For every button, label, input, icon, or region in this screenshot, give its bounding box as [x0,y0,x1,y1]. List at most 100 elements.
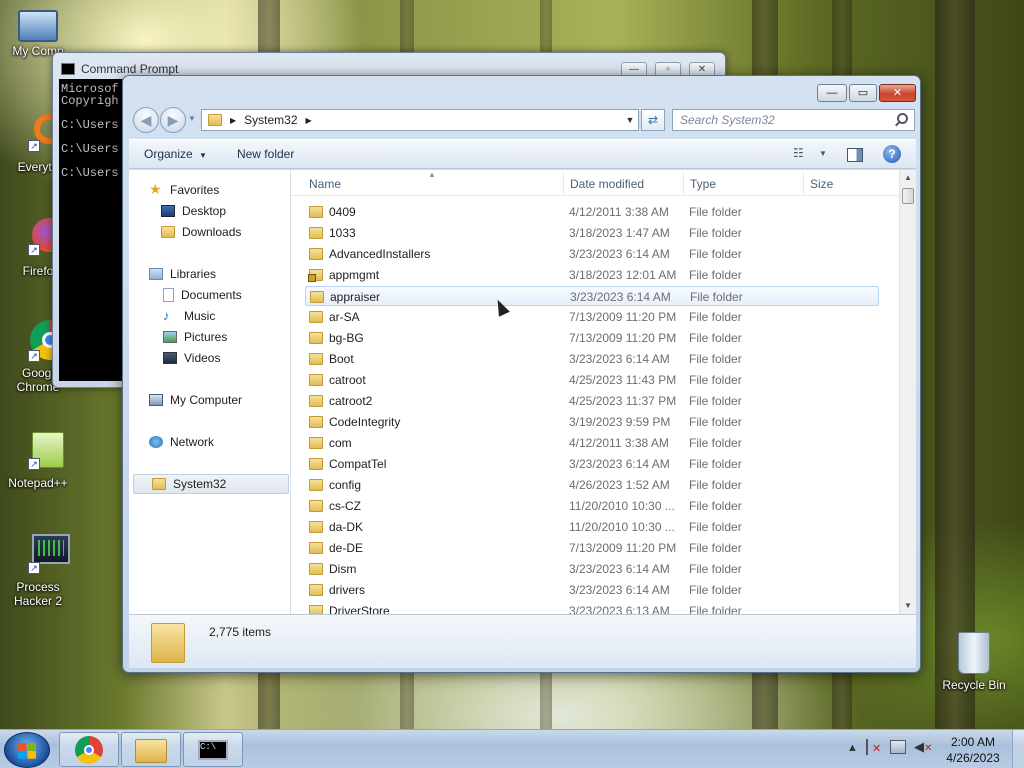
nav-downloads[interactable]: Downloads [161,222,241,242]
vertical-scrollbar[interactable]: ▲ ▼ [899,170,916,614]
item-count: 2,775 items [209,625,272,639]
scrollbar-thumb[interactable] [902,188,914,204]
nav-videos[interactable]: Videos [163,348,220,368]
forward-arrow-icon: ▶ [167,112,179,128]
folder-icon [309,332,323,344]
explorer-window[interactable]: — ▭ ✕ ◀ ▶ ▼ ▶ System32 ▶ ▼ ⇄ Search Syst… [122,75,921,673]
desktop-icon-recycle-bin[interactable]: Recycle Bin [936,630,1012,692]
scroll-down-arrow-icon[interactable]: ▼ [900,598,916,614]
start-button[interactable] [4,732,50,768]
folder-icon [309,563,323,575]
nav-system32[interactable]: System32 [133,474,289,494]
search-input[interactable]: Search System32 [672,109,915,131]
folder-icon [309,248,323,260]
nav-favorites[interactable]: ★ Favorites [149,180,219,200]
folder-icon [309,542,323,554]
table-row[interactable]: da-DK 11/20/2010 10:30 ... File folder [305,517,879,537]
maximize-button[interactable]: ▭ [849,84,877,102]
table-row[interactable]: bg-BG 7/13/2009 11:20 PM File folder [305,328,879,348]
table-row[interactable]: DriverStore 3/23/2023 6:13 AM File folder [305,601,879,614]
desktop-icon-process-hacker[interactable]: ↗ Process Hacker 2 [0,532,76,608]
close-button[interactable]: ✕ [879,84,916,102]
show-desktop-button[interactable] [1012,730,1024,768]
folder-icon [309,395,323,407]
table-row-hovered[interactable]: appraiser 3/23/2023 6:14 AM File folder [305,286,879,306]
table-row[interactable]: catroot2 4/25/2023 11:37 PM File folder [305,391,879,411]
cmd-icon: C:\ [198,740,228,760]
process-hacker-icon: ↗ [16,532,70,576]
table-row[interactable]: cs-CZ 11/20/2010 10:30 ... File folder [305,496,879,516]
nav-my-computer[interactable]: My Computer [149,390,242,410]
volume-muted-icon[interactable]: ◀✕ [914,739,932,755]
table-row[interactable]: AdvancedInstallers 3/23/2023 6:14 AM File … [305,244,879,264]
show-hidden-icons-icon[interactable]: ▲ [847,742,858,754]
table-row[interactable]: drivers 3/23/2023 6:14 AM File folder [305,580,879,600]
folder-icon [309,605,323,614]
folder-icon [309,521,323,533]
table-row[interactable]: CompatTel 3/23/2023 6:14 AM File folder [305,454,879,474]
nav-documents[interactable]: Documents [163,285,242,305]
table-row[interactable]: 0409 4/12/2011 3:38 AM File folder [305,202,879,222]
column-header-type[interactable]: Type [690,177,716,191]
taskbar-cmd-button[interactable]: C:\ [183,732,243,767]
minimize-button[interactable]: — [817,84,847,102]
action-center-flag-icon[interactable]: ✕ [866,739,881,755]
organize-button[interactable]: Organize ▼ [129,147,222,161]
videos-icon [163,352,177,364]
table-row[interactable]: CodeIntegrity 3/19/2023 9:59 PM File folde… [305,412,879,432]
folder-icon [309,584,323,596]
nav-network[interactable]: Network [149,432,214,452]
nav-desktop[interactable]: Desktop [161,201,226,221]
computer-icon [149,394,163,406]
system-clock[interactable]: 2:00 AM 4/26/2023 [944,734,1002,766]
column-header-date-modified[interactable]: Date modified [570,177,644,191]
taskbar-chrome-button[interactable] [59,732,119,767]
scroll-up-arrow-icon[interactable]: ▲ [900,170,916,186]
folder-icon [309,206,323,218]
breadcrumb-separator-icon[interactable]: ▶ [306,116,312,125]
forward-button[interactable]: ▶ [160,107,186,133]
cmd-title-bar: Command Prompt [61,62,178,76]
address-bar[interactable]: ▶ System32 ▶ ▼ [201,109,639,131]
desktop-icon-my-computer[interactable]: My Comp [0,10,76,58]
table-row[interactable]: catroot 4/25/2023 11:43 PM File folder [305,370,879,390]
cmd-title: Command Prompt [81,62,179,76]
table-row[interactable]: 1033 3/18/2023 1:47 AM File folder [305,223,879,243]
table-row[interactable]: appmgmt 3/18/2023 12:01 AM File folder [305,265,879,285]
new-folder-button[interactable]: New folder [222,147,309,161]
windows-logo-icon [18,743,36,759]
nav-pictures[interactable]: Pictures [163,327,227,347]
preview-pane-icon[interactable] [847,148,863,162]
table-row[interactable]: de-DE 7/13/2009 11:20 PM File folder [305,538,879,558]
recent-pages-dropdown[interactable]: ▼ [188,114,196,123]
column-header-name[interactable]: Name [309,177,341,191]
chevron-down-icon: ▼ [199,151,207,160]
view-options-icon[interactable]: ☷ [793,146,804,160]
table-row[interactable]: Boot 3/23/2023 6:14 AM File folder [305,349,879,369]
taskbar-explorer-button[interactable] [121,732,181,767]
folder-icon [135,739,167,763]
nav-music[interactable]: ♪ Music [163,306,215,326]
network-status-icon[interactable] [890,740,906,754]
nav-libraries[interactable]: Libraries [149,264,216,284]
refresh-button[interactable]: ⇄ [641,109,665,131]
file-list[interactable]: ▲ Name Date modified Type Size 0409 4/12/… [291,170,916,614]
breadcrumb-separator-icon[interactable]: ▶ [230,116,236,125]
folder-icon [309,500,323,512]
column-header-size[interactable]: Size [810,177,833,191]
folder-icon [309,479,323,491]
breadcrumb-system32[interactable]: System32 [244,113,297,127]
desktop-icon-notepad-plus-plus[interactable]: ↗ Notepad++ [0,428,76,490]
back-button[interactable]: ◀ [133,107,159,133]
table-row[interactable]: com 4/12/2011 3:38 AM File folder [305,433,879,453]
folder-icon [208,114,222,126]
search-icon[interactable] [897,113,908,124]
locked-folder-icon [308,269,323,282]
help-icon[interactable]: ? [883,145,901,163]
address-dropdown-icon[interactable]: ▼ [622,115,638,125]
table-row[interactable]: config 4/26/2023 1:52 AM File folder [305,475,879,495]
table-row[interactable]: ar-SA 7/13/2009 11:20 PM File folder [305,307,879,327]
table-row[interactable]: Dism 3/23/2023 6:14 AM File folder [305,559,879,579]
downloads-folder-icon [161,226,175,238]
view-dropdown-icon[interactable]: ▼ [819,149,827,158]
